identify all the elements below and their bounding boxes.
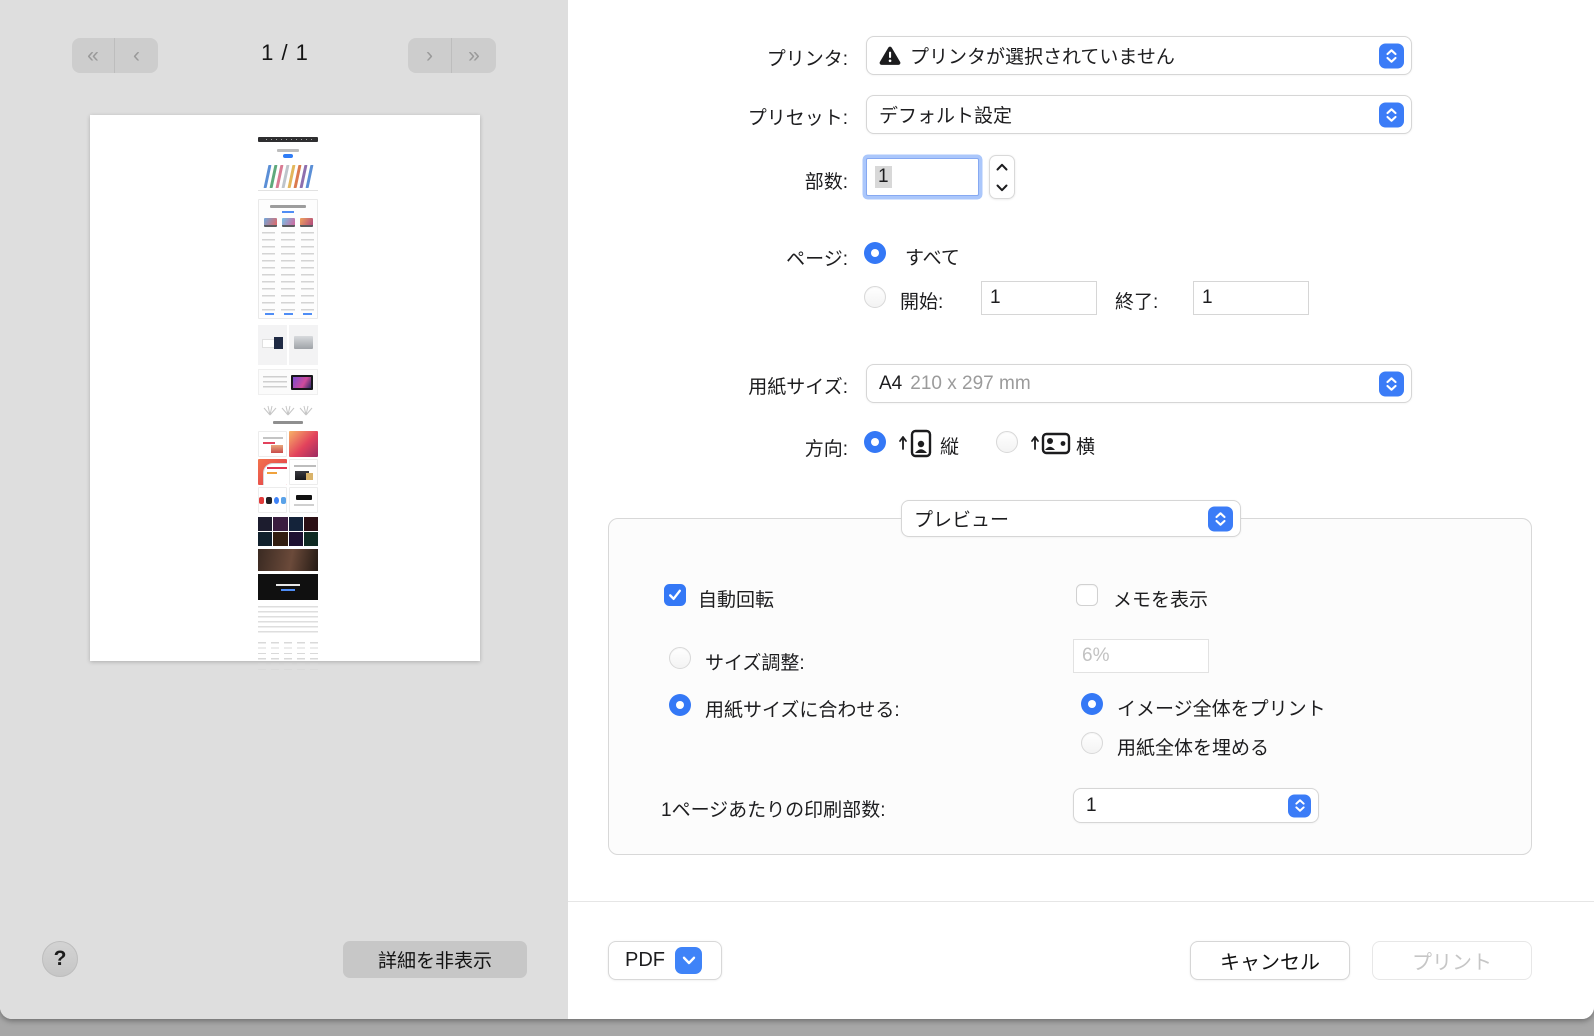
copies-stepper (989, 155, 1015, 199)
printer-value: プリンタが選択されていません (910, 47, 1175, 68)
dropdown-stepper-icon (1379, 102, 1404, 127)
presets-value: デフォルト設定 (879, 106, 1013, 127)
copies-stepper-down[interactable] (990, 177, 1014, 198)
cancel-button[interactable]: キャンセル (1190, 941, 1350, 980)
webpage-thumbnail (258, 137, 318, 670)
scale-to-fit-label[interactable]: 用紙サイズに合わせる: (705, 695, 900, 722)
portrait-orientation-icon (898, 428, 938, 458)
page-nav-back-group: « ‹ (72, 38, 158, 73)
orientation-portrait-radio[interactable] (864, 431, 886, 453)
thumb-compare-table (258, 199, 318, 319)
dropdown-stepper-icon (1208, 506, 1233, 531)
pages-from-label: 開始: (900, 292, 944, 313)
landscape-label[interactable]: 横 (1076, 432, 1095, 459)
options-pane-value: プレビュー (914, 510, 1010, 531)
paper-size-select[interactable]: A4 210 x 297 mm (866, 364, 1412, 403)
copies-per-page-select[interactable]: 1 (1073, 788, 1319, 823)
page-preview (90, 115, 480, 670)
pages-from-value: 1 (990, 287, 1001, 308)
thumb-navbar (258, 137, 318, 142)
show-notes-checkbox[interactable] (1076, 584, 1098, 606)
help-button[interactable]: ? (42, 941, 78, 977)
first-page-button[interactable]: « (72, 38, 115, 73)
print-entire-image-radio[interactable] (1081, 693, 1103, 715)
paper-size-label: 用紙サイズ: (748, 377, 848, 398)
landscape-orientation-icon (1030, 428, 1074, 458)
dropdown-stepper-icon (1288, 794, 1311, 817)
auto-rotate-label[interactable]: 自動回転 (698, 585, 774, 612)
warning-icon (879, 46, 901, 65)
printer-label: プリンタ: (766, 49, 848, 70)
copies-label: 部数: (804, 172, 848, 193)
print-entire-image-label[interactable]: イメージ全体をプリント (1117, 694, 1326, 721)
previous-page-button[interactable]: ‹ (115, 38, 158, 73)
pdf-menu-button[interactable]: PDF (608, 941, 722, 980)
copies-value: 1 (875, 166, 892, 188)
show-notes-label[interactable]: メモを表示 (1113, 585, 1208, 612)
orientation-landscape-radio[interactable] (996, 431, 1018, 453)
last-page-button[interactable]: » (452, 38, 496, 73)
paper-size-value: A4 (879, 372, 903, 394)
print-button[interactable]: プリント (1372, 941, 1532, 980)
pages-range-radio[interactable] (864, 286, 886, 308)
scale-label[interactable]: サイズ調整: (705, 648, 805, 675)
options-pane-select[interactable]: プレビュー (901, 500, 1241, 537)
print-options-pane: プリンタ: プリンタが選択されていません プリセット: デフォルト設定 部数: … (568, 0, 1594, 1019)
pdf-label: PDF (625, 949, 665, 971)
pages-all-radio[interactable] (864, 242, 886, 264)
pages-to-input[interactable]: 1 (1193, 281, 1309, 315)
preview-options-panel: プレビュー 自動回転 メモを表示 サイズ調整: 6% 用紙サイズに合わせる: イ… (608, 500, 1532, 855)
footer-divider (568, 901, 1594, 902)
pages-label: ページ: (786, 249, 848, 270)
dropdown-stepper-icon (1379, 43, 1404, 68)
dropdown-stepper-icon (1379, 371, 1404, 396)
copies-input[interactable]: 1 (866, 158, 979, 196)
print-dialog: « ‹ 1 / 1 › » ? 詳細を非表示 プリンタ: プリンタが選択されてい… (0, 0, 1594, 1019)
copies-per-page-label: 1ページあたりの印刷部数: (661, 800, 886, 821)
pages-to-value: 1 (1202, 287, 1213, 308)
auto-rotate-checkbox[interactable] (664, 584, 686, 606)
chevron-down-icon (675, 947, 702, 974)
pages-from-input[interactable]: 1 (981, 281, 1097, 315)
page-indicator: 1 / 1 (261, 40, 309, 65)
scale-value: 6% (1082, 645, 1110, 666)
copies-per-page-value: 1 (1086, 794, 1097, 816)
paper-size-dimensions: 210 x 297 mm (910, 372, 1031, 394)
scale-radio[interactable] (669, 647, 691, 669)
hide-details-button[interactable]: 詳細を非表示 (343, 941, 527, 978)
copies-stepper-up[interactable] (990, 156, 1014, 177)
page-nav-forward-group: › » (408, 38, 496, 73)
fill-entire-paper-radio[interactable] (1081, 732, 1103, 754)
thumb-imac-row (258, 161, 318, 191)
printer-select[interactable]: プリンタが選択されていません (866, 36, 1412, 75)
pages-to-label: 終了: (1115, 292, 1159, 313)
scale-to-fit-radio[interactable] (669, 694, 691, 716)
scale-input: 6% (1073, 639, 1209, 673)
next-page-button[interactable]: › (408, 38, 452, 73)
fill-entire-paper-label[interactable]: 用紙全体を埋める (1117, 733, 1269, 760)
presets-select[interactable]: デフォルト設定 (866, 95, 1412, 134)
preview-pane: « ‹ 1 / 1 › » ? 詳細を非表示 (0, 0, 568, 1019)
orientation-label: 方向: (804, 439, 848, 460)
pages-all-label[interactable]: すべて (905, 243, 960, 270)
presets-label: プリセット: (747, 108, 848, 129)
portrait-label[interactable]: 縦 (940, 432, 959, 459)
